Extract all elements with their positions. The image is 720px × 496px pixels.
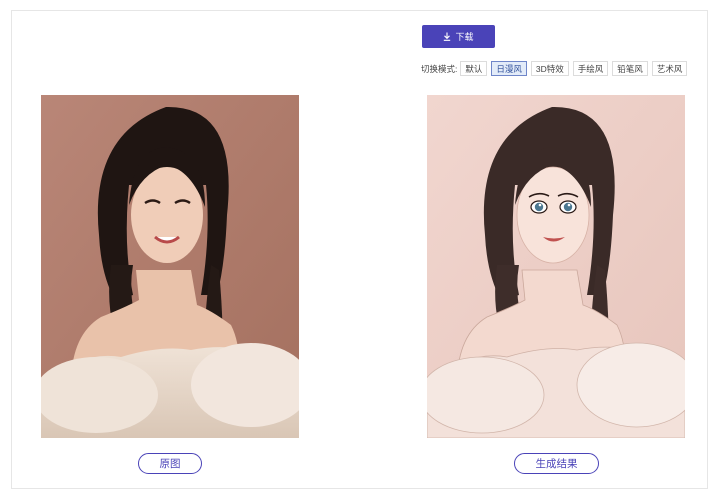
result-image xyxy=(427,95,685,438)
result-button[interactable]: 生成结果 xyxy=(514,453,599,474)
mode-option-pencil[interactable]: 铅笔风 xyxy=(612,61,648,76)
mode-option-3d[interactable]: 3D特效 xyxy=(530,61,569,76)
mode-switcher: 切换模式: 默认 日漫风 3D特效 手绘风 铅笔风 艺术风 xyxy=(421,61,691,76)
download-button[interactable]: 下载 xyxy=(422,25,495,48)
mode-option-anime[interactable]: 日漫风 xyxy=(491,61,527,76)
mode-label: 切换模式: xyxy=(421,63,458,74)
download-icon xyxy=(443,32,451,41)
original-button[interactable]: 原图 xyxy=(138,453,202,474)
mode-option-art[interactable]: 艺术风 xyxy=(651,61,688,76)
mode-option-handdrawn[interactable]: 手绘风 xyxy=(572,61,609,76)
mode-option-default[interactable]: 默认 xyxy=(460,61,488,76)
download-label: 下载 xyxy=(455,32,474,42)
original-image xyxy=(41,95,299,438)
